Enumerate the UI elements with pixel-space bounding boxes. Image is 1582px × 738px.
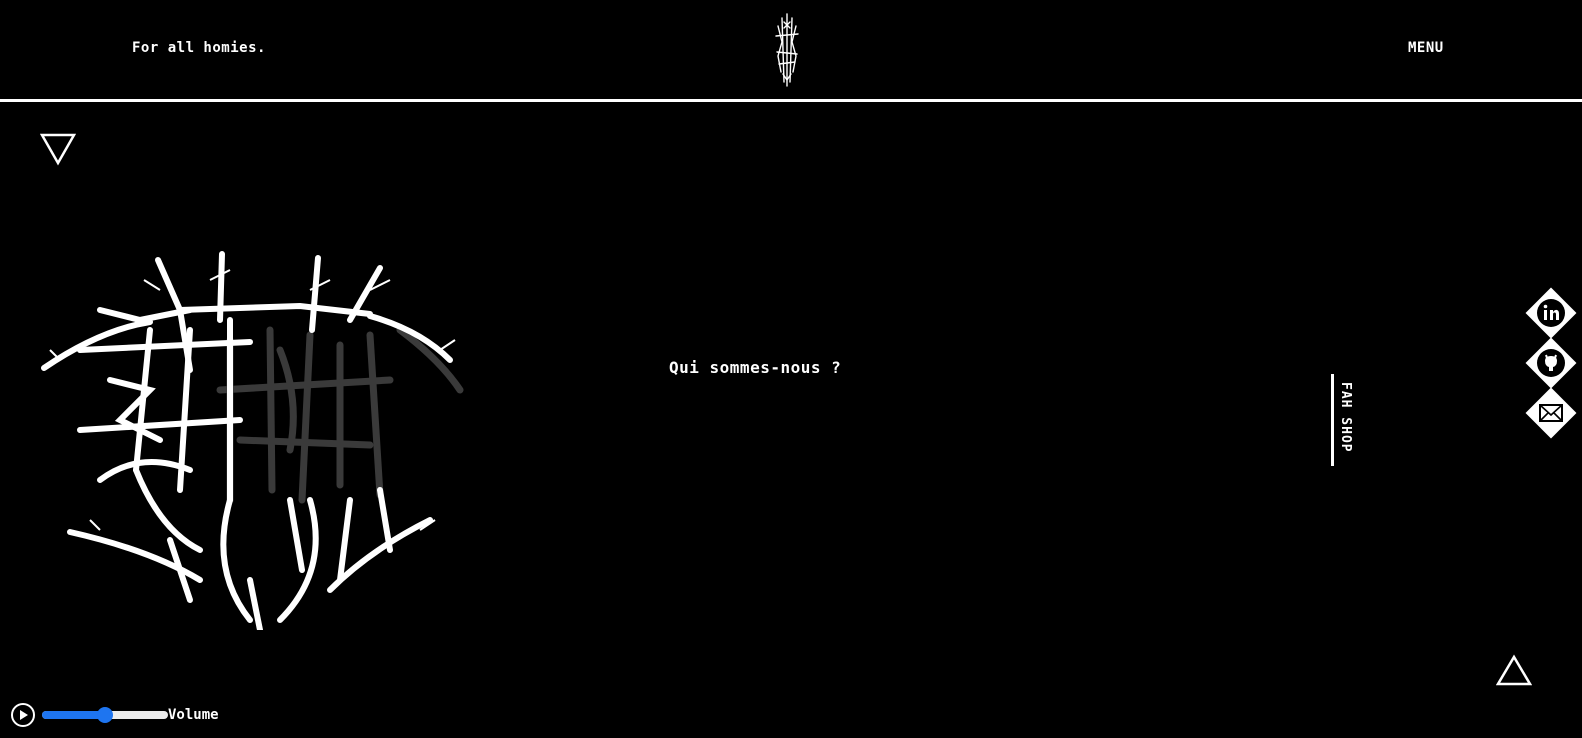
shop-link[interactable]: FAH SHOP [1331,374,1358,466]
linkedin-link[interactable] [1525,287,1577,339]
play-icon[interactable] [10,702,36,728]
scroll-down-triangle-icon[interactable] [40,132,76,166]
volume-label: Volume [168,707,219,723]
band-logo-image [41,251,464,630]
tagline: For all homies. [132,40,266,56]
header-divider [0,99,1582,102]
header-logo-icon[interactable] [772,12,802,88]
site-header: For all homies. MENU [0,0,1582,100]
github-link[interactable] [1525,337,1577,389]
email-link[interactable] [1525,387,1577,439]
scroll-up-triangle-icon[interactable] [1496,654,1532,686]
mail-icon [1539,404,1563,422]
volume-slider-fill [42,711,105,719]
volume-slider[interactable] [42,707,168,723]
github-icon [1537,349,1565,377]
menu-button[interactable]: MENU [1408,40,1444,56]
linkedin-icon [1537,299,1565,327]
about-title: Qui sommes-nous ? [669,358,842,377]
shop-link-label: FAH SHOP [1338,382,1353,453]
volume-slider-thumb[interactable] [97,707,113,723]
